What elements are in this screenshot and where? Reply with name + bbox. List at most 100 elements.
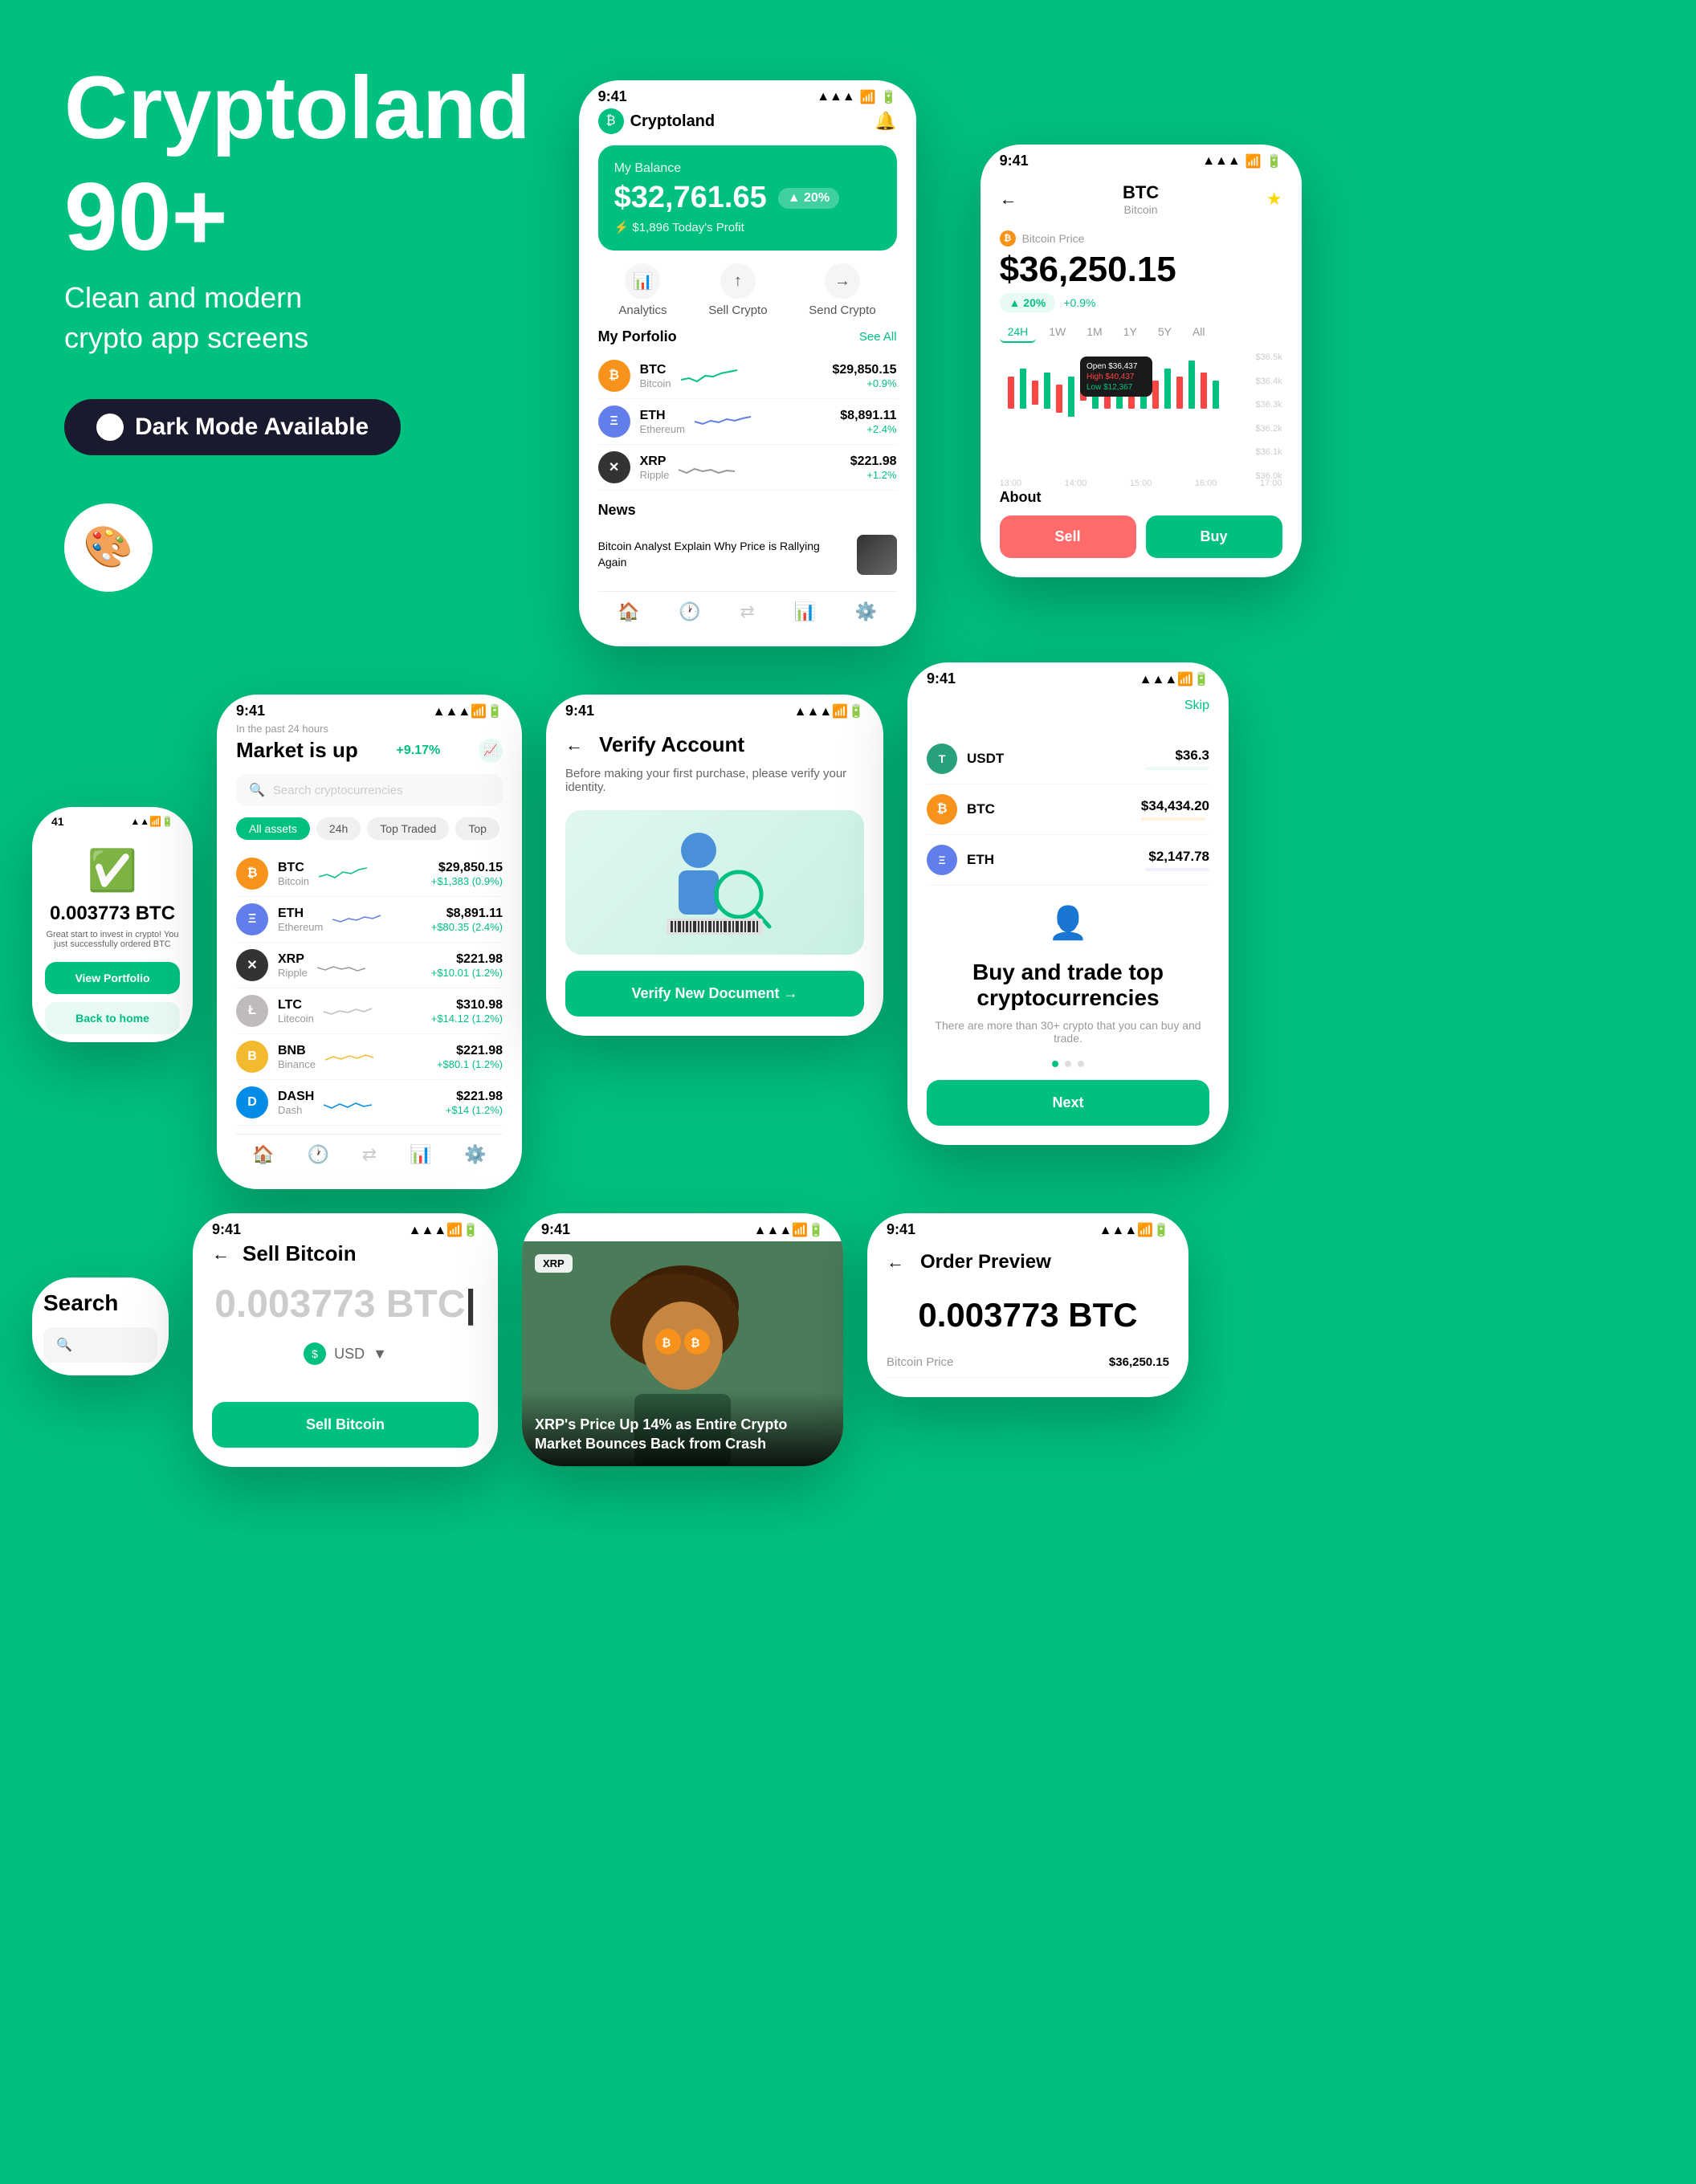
btc-row[interactable]: ₿ BTC Bitcoin $29,850.15 +0.9% <box>598 353 897 399</box>
market-btc-row[interactable]: ₿ BTCBitcoin $29,850.15+$1,383 (0.9%) <box>236 851 503 897</box>
news-headline: XRP's Price Up 14% as Entire Crypto Mark… <box>522 1391 843 1466</box>
success-status-bar: 41 ▲▲📶🔋 <box>32 807 193 831</box>
btc-back-btn[interactable]: ← <box>1000 189 1017 210</box>
tab-clock[interactable]: 🕐 <box>679 601 700 622</box>
tab-top[interactable]: Top <box>455 817 499 840</box>
usd-coin-icon: $ <box>304 1343 326 1365</box>
sell-crypto-btn[interactable]: ↑ Sell Crypto <box>708 263 767 317</box>
market-filter-tabs: All assets 24h Top Traded Top <box>236 817 503 840</box>
next-button[interactable]: Next <box>927 1080 1209 1126</box>
market-tab-swap[interactable]: ⇄ <box>362 1144 377 1165</box>
eth-icon-onboard: Ξ <box>927 845 957 875</box>
market-tab-clock[interactable]: 🕐 <box>308 1144 329 1165</box>
buytrade-status-icons: ▲▲▲📶🔋 <box>1140 671 1209 687</box>
dot-2 <box>1065 1061 1071 1067</box>
sell-status-bar: 9:41 ▲▲▲📶🔋 <box>193 1213 498 1241</box>
tab-24h[interactable]: 24H <box>1000 322 1037 343</box>
tab-home[interactable]: 🏠 <box>618 601 639 622</box>
market-status-bar: 9:41 ▲▲▲📶🔋 <box>217 695 522 723</box>
tab-top-traded[interactable]: Top Traded <box>367 817 449 840</box>
buytrade-skip[interactable]: Skip <box>927 691 1209 721</box>
sell-back-btn[interactable]: ← <box>212 1244 230 1265</box>
btc-price-onboard: $34,434.20 <box>1141 798 1209 814</box>
dark-mode-badge[interactable]: ◑ Dark Mode Available <box>64 399 401 455</box>
market-time: 9:41 <box>236 703 265 719</box>
market-dash-row[interactable]: D DASHDash $221.98+$14 (1.2%) <box>236 1080 503 1126</box>
buytrade-btc-row[interactable]: ₿ BTC $34,434.20 <box>927 784 1209 835</box>
xrp-row[interactable]: ✕ XRP Ripple $221.98 +1.2% <box>598 445 897 491</box>
eth-price: $8,891.11 +2.4% <box>840 409 896 435</box>
order-status-icons: ▲▲▲📶🔋 <box>1099 1222 1169 1238</box>
tab-24h[interactable]: 24h <box>316 817 361 840</box>
search-magnify-icon: 🔍 <box>56 1337 72 1353</box>
tab-chart[interactable]: 📊 <box>794 601 816 622</box>
market-tab-settings[interactable]: ⚙️ <box>464 1144 486 1165</box>
btc-time-tabs: 24H 1W 1M 1Y 5Y All <box>1000 322 1282 343</box>
buytrade-eth-row[interactable]: Ξ ETH $2,147.78 <box>927 835 1209 886</box>
market-search-icon: 🔍 <box>249 782 265 798</box>
market-xrp-price: $221.98+$10.01 (1.2%) <box>431 952 503 979</box>
buy-button[interactable]: Buy <box>1146 515 1282 558</box>
tab-1m[interactable]: 1M <box>1078 322 1110 343</box>
balance-amount: $32,761.65 <box>614 181 767 215</box>
buytrade-usdt-row[interactable]: T USDT $36.3 <box>927 734 1209 784</box>
success-status-icons: ▲▲📶🔋 <box>130 816 173 827</box>
btc-candlestick-chart: Open $36,437 High $40,437 Low $12,367 <box>1000 352 1265 473</box>
usd-selector[interactable]: $ USD ▼ <box>212 1343 479 1365</box>
phone-news-article: 9:41 ▲▲▲📶🔋 <box>522 1213 843 1466</box>
phone-verify: 9:41 ▲▲▲📶🔋 ← Verify Account Before makin… <box>546 695 883 1036</box>
verify-time: 9:41 <box>565 703 594 719</box>
market-tab-home[interactable]: 🏠 <box>252 1144 274 1165</box>
market-btc-info: BTCBitcoin <box>278 861 309 887</box>
eth-row[interactable]: Ξ ETH Ethereum $8,891.11 +2.4% <box>598 399 897 445</box>
tab-1w[interactable]: 1W <box>1041 322 1074 343</box>
notification-icon[interactable]: 🔔 <box>874 111 896 132</box>
dashboard-app-name: Cryptoland <box>630 112 716 131</box>
market-eth-row[interactable]: Ξ ETHEthereum $8,891.11+$80.35 (2.4%) <box>236 897 503 943</box>
btc-star-icon[interactable]: ★ <box>1266 189 1282 210</box>
news-text: Bitcoin Analyst Explain Why Price is Ral… <box>598 539 846 570</box>
market-xrp-icon: ✕ <box>236 949 268 981</box>
analytics-btn[interactable]: 📊 Analytics <box>618 263 667 317</box>
sell-button[interactable]: Sell <box>1000 515 1136 558</box>
tab-swap[interactable]: ⇄ <box>740 601 754 622</box>
market-trend-icon: 📈 <box>479 739 503 763</box>
news-header: News <box>598 502 897 519</box>
send-crypto-btn[interactable]: → Send Crypto <box>809 263 875 317</box>
verify-back-btn[interactable]: ← <box>565 735 583 756</box>
btc-status-bar: 9:41 ▲▲▲📶🔋 <box>980 145 1302 173</box>
dot-3 <box>1078 1061 1084 1067</box>
tab-settings[interactable]: ⚙️ <box>855 601 877 622</box>
market-search-bar[interactable]: 🔍 Search cryptocurrencies <box>236 774 503 806</box>
tab-all-assets[interactable]: All assets <box>236 817 310 840</box>
btc-chart-area: $36.5k$36.4k$36.3k$36.2k$36.1k$36.0k <box>1000 352 1282 481</box>
market-bnb-row[interactable]: B BNBBinance $221.98+$80.1 (1.2%) <box>236 1034 503 1080</box>
market-ltc-price: $310.98+$14.12 (1.2%) <box>431 998 503 1025</box>
order-back-btn[interactable]: ← <box>887 1252 904 1273</box>
sell-bitcoin-title: Sell Bitcoin <box>243 1241 357 1266</box>
news-item[interactable]: Bitcoin Analyst Explain Why Price is Ral… <box>598 527 897 583</box>
market-ltc-row[interactable]: Ł LTCLitecoin $310.98+$14.12 (1.2%) <box>236 988 503 1034</box>
tab-all[interactable]: All <box>1184 322 1213 343</box>
search-input-bar[interactable]: 🔍 <box>43 1327 157 1363</box>
sell-time: 9:41 <box>212 1221 241 1238</box>
phone-dashboard: 9:41 ▲▲▲📶🔋 ₿ Cryptoland 🔔 My Balance $32… <box>579 80 916 646</box>
pagination-dots <box>927 1061 1209 1067</box>
market-xrp-row[interactable]: ✕ XRPRipple $221.98+$10.01 (1.2%) <box>236 943 503 988</box>
btc-title-block: BTC Bitcoin <box>1123 182 1159 216</box>
tab-5y[interactable]: 5Y <box>1150 322 1180 343</box>
market-tab-active[interactable]: 📊 <box>410 1144 431 1165</box>
verify-document-btn[interactable]: Verify New Document → <box>565 971 864 1017</box>
news-tag: XRP <box>535 1254 573 1273</box>
btc-icon: ₿ <box>598 360 630 392</box>
back-to-home-btn[interactable]: Back to home <box>45 1002 180 1034</box>
see-all-portfolio[interactable]: See All <box>859 330 897 344</box>
eth-bar <box>1145 868 1209 871</box>
btc-sparkline <box>681 364 737 388</box>
tab-1y[interactable]: 1Y <box>1115 322 1145 343</box>
portfolio-header: My Porfolio See All <box>598 328 897 345</box>
sell-bitcoin-btn[interactable]: Sell Bitcoin <box>212 1402 479 1448</box>
app-logo-small: ₿ <box>598 108 624 134</box>
market-tab-bar: 🏠 🕐 ⇄ 📊 ⚙️ <box>236 1134 503 1170</box>
view-portfolio-btn[interactable]: View Portfolio <box>45 962 180 994</box>
